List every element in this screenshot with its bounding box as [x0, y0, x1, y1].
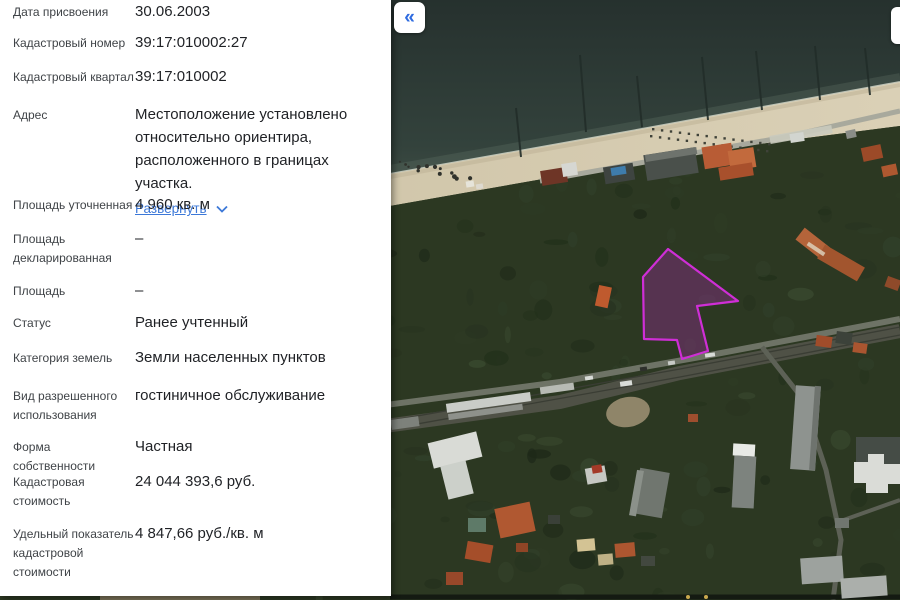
info-label: Площадь: [13, 279, 135, 301]
info-value: 24 044 393,6 руб.: [135, 470, 375, 493]
info-value: 30.06.2003: [135, 0, 375, 23]
info-row: Дата присвоения30.06.2003: [13, 0, 375, 23]
info-label: Кадастровая стоимость: [13, 470, 135, 511]
info-value: –: [135, 279, 375, 302]
info-label: Кадастровый номер: [13, 31, 135, 53]
info-row: Вид разрешенного использованиягостинично…: [13, 384, 375, 425]
info-row: СтатусРанее учтенный: [13, 311, 375, 334]
info-label: Категория земель: [13, 346, 135, 368]
info-label: Удельный показатель кадастровой стоимост…: [13, 522, 135, 582]
info-value: –: [135, 227, 375, 250]
info-row: Площадь–: [13, 279, 375, 302]
collapse-panel-button[interactable]: «: [394, 2, 425, 33]
info-row: Кадастровый квартал39:17:010002: [13, 65, 375, 88]
info-value: Частная: [135, 435, 375, 458]
info-label: Вид разрешенного использования: [13, 384, 135, 425]
info-value: гостиничное обслуживание: [135, 384, 375, 407]
info-value: 4 960 кв. м: [135, 193, 375, 216]
map-control-button[interactable]: [891, 7, 900, 44]
info-row: Кадастровая стоимость24 044 393,6 руб.: [13, 470, 375, 511]
info-value: 39:17:010002: [135, 65, 375, 88]
info-row: Площадь уточненная4 960 кв. м: [13, 193, 375, 216]
info-panel: Дата присвоения30.06.2003 Кадастровый но…: [0, 0, 391, 596]
info-row: Кадастровый номер39:17:010002:27: [13, 31, 375, 54]
info-row: Площадь декларированная–: [13, 227, 375, 268]
info-value: 4 847,66 руб./кв. м: [135, 522, 375, 545]
info-label: Адрес: [13, 103, 135, 125]
info-label: Кадастровый квартал: [13, 65, 135, 87]
address-text: Местоположение установлено относительно …: [135, 106, 347, 192]
info-value: Земли населенных пунктов: [135, 346, 375, 369]
info-label: Площадь декларированная: [13, 227, 135, 268]
info-label: Площадь уточненная: [13, 193, 135, 215]
info-label: Дата присвоения: [13, 0, 135, 22]
info-row: Категория земельЗемли населенных пунктов: [13, 346, 375, 369]
info-label: Статус: [13, 311, 135, 333]
info-value: 39:17:010002:27: [135, 31, 375, 54]
info-value: Ранее учтенный: [135, 311, 375, 334]
double-chevron-left-icon: «: [404, 7, 415, 28]
info-row: Удельный показатель кадастровой стоимост…: [13, 522, 375, 582]
